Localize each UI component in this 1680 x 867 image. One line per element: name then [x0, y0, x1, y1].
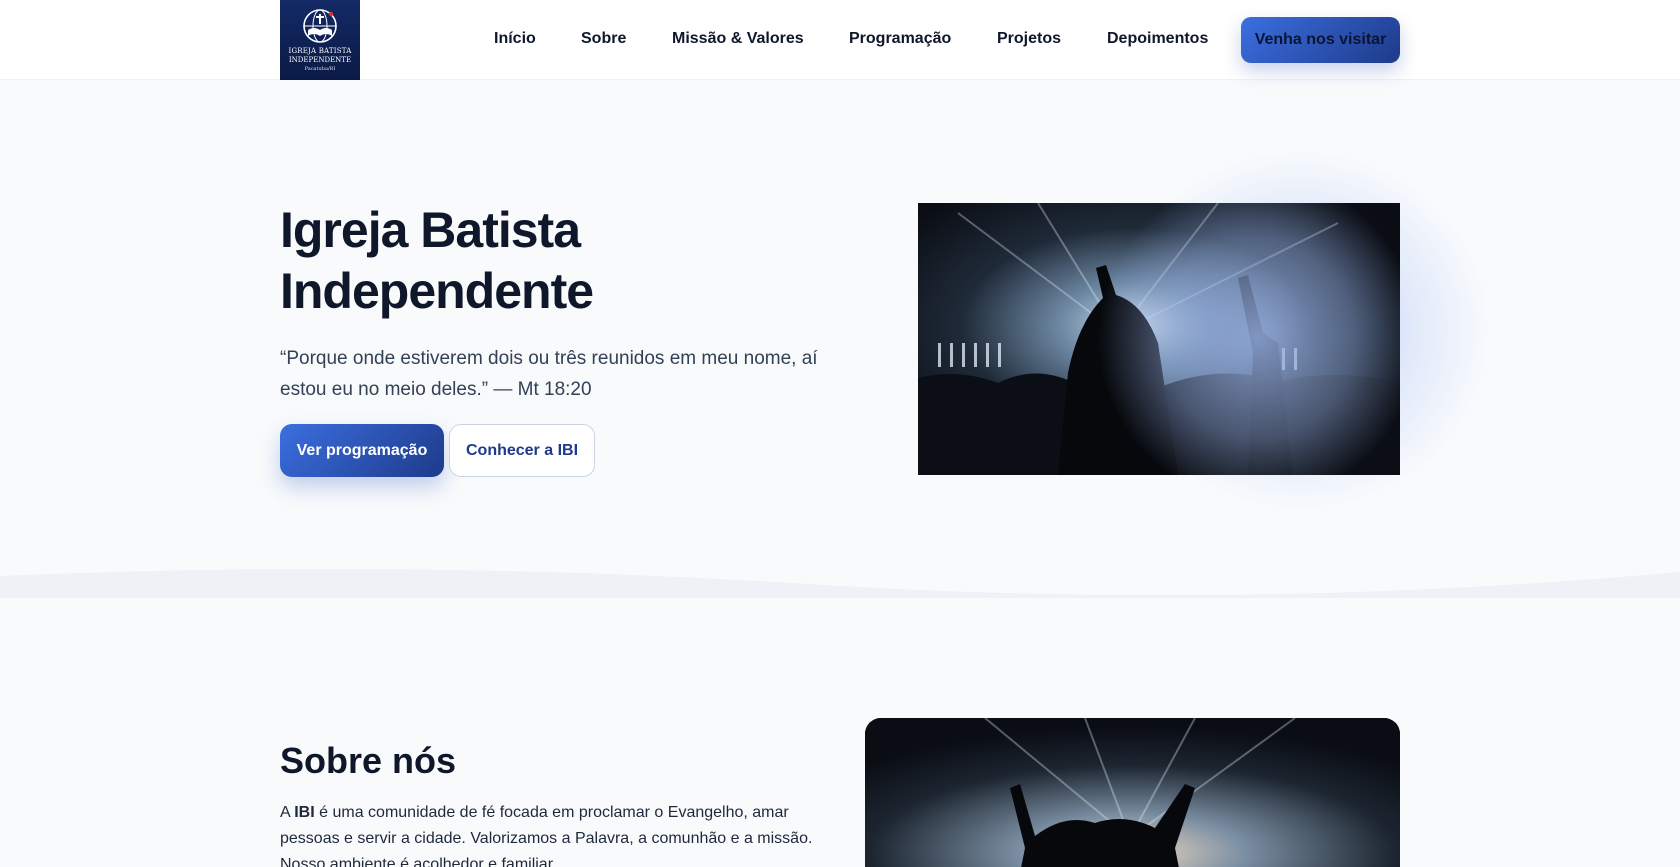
logo-text-line1: IGREJA BATISTA	[288, 47, 352, 55]
visit-us-button[interactable]: Venha nos visitar	[1241, 17, 1400, 63]
about-description: A IBI é uma comunidade de fé focada em p…	[280, 804, 813, 867]
hero-title: Igreja Batista Independente	[280, 200, 840, 322]
nav-link-depoimentos[interactable]: Depoimentos	[1107, 30, 1208, 48]
logo-text-line2: INDEPENDENTE	[288, 56, 352, 64]
church-logo[interactable]: IGREJA BATISTA INDEPENDENTE Pacatuba/RI	[280, 0, 360, 80]
nav-link-sobre[interactable]: Sobre	[581, 30, 626, 48]
hero-bible-quote: “Porque onde estiverem dois ou três reun…	[280, 348, 818, 400]
about-ibi-bold: IBI	[294, 804, 315, 821]
nav-link-programacao[interactable]: Programação	[849, 30, 951, 48]
about-title: Sobre nós	[280, 740, 457, 781]
nav-link-missao-valores[interactable]: Missão & Valores	[672, 30, 804, 48]
nav-link-inicio[interactable]: Início	[494, 30, 536, 48]
image-light-veil	[1098, 203, 1400, 475]
meet-ibi-button[interactable]: Conhecer a IBI	[449, 424, 595, 477]
view-schedule-button[interactable]: Ver programação	[280, 424, 444, 477]
nav-link-projetos[interactable]: Projetos	[997, 30, 1061, 48]
about-worship-image	[865, 718, 1400, 867]
hero-title-line2: Independente	[280, 263, 594, 319]
top-navbar: IGREJA BATISTA INDEPENDENTE Pacatuba/RI …	[0, 0, 1680, 80]
hero-worship-image	[918, 203, 1400, 475]
hero-title-line1: Igreja Batista	[280, 202, 581, 258]
section-divider-wave	[0, 568, 1680, 598]
logo-text-line3: Pacatuba/RI	[304, 66, 336, 72]
globe-bible-icon	[303, 9, 337, 43]
